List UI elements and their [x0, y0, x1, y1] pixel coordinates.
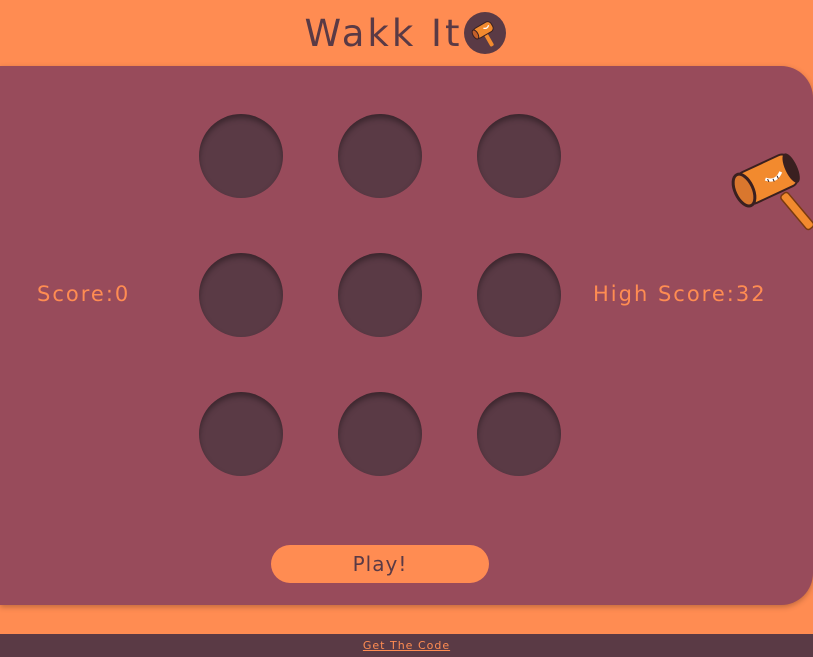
mole-hole[interactable]: [338, 114, 422, 198]
mole-hole[interactable]: [477, 253, 561, 337]
play-button[interactable]: Play!: [271, 545, 489, 583]
mole-hole[interactable]: [199, 392, 283, 476]
page-title: Wakk It: [305, 12, 507, 55]
hammer-icon: [464, 12, 507, 54]
header: Wakk It: [0, 0, 813, 66]
mole-hole[interactable]: [338, 253, 422, 337]
score-display: Score:0: [37, 282, 131, 306]
hammer-cursor-icon: [728, 150, 813, 240]
mole-hole[interactable]: [199, 253, 283, 337]
footer: Get The Code: [0, 634, 813, 657]
high-score-display: High Score:32: [593, 282, 767, 306]
mole-hole[interactable]: [199, 114, 283, 198]
mole-hole[interactable]: [477, 392, 561, 476]
mole-hole[interactable]: [477, 114, 561, 198]
page-title-text: Wakk It: [304, 11, 463, 55]
mole-hole[interactable]: [338, 392, 422, 476]
get-code-link[interactable]: Get The Code: [363, 639, 450, 652]
